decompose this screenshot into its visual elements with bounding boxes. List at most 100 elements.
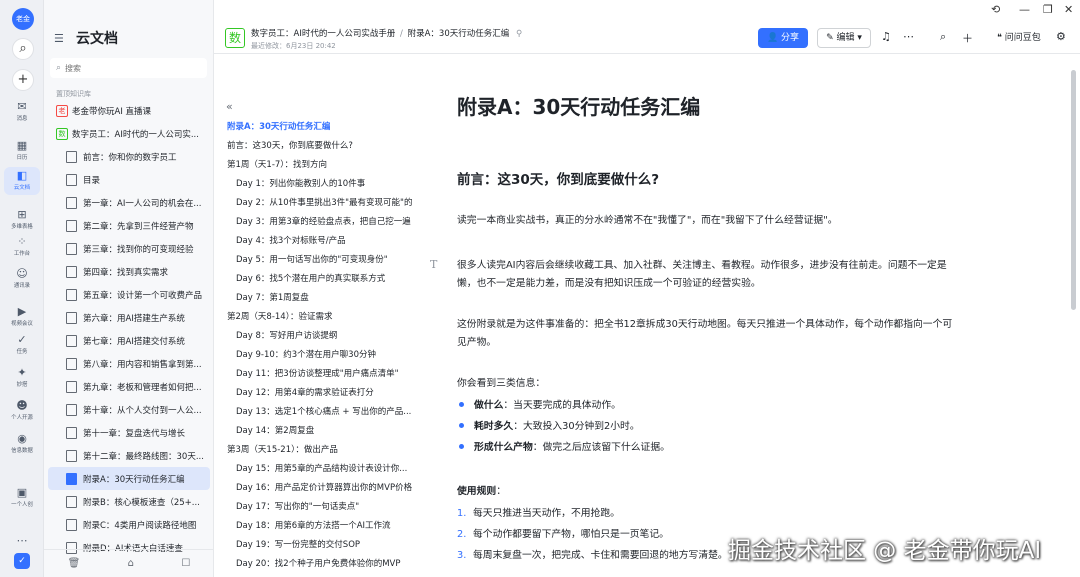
outline-item[interactable]: Day 20：找2个种子用户免费体验你的MVP xyxy=(227,555,417,574)
outline-item[interactable]: Day 17：写出你的"一句话卖点" xyxy=(227,498,417,517)
outline-item[interactable]: Day 12：用第4章的需求验证表打分 xyxy=(227,384,417,403)
avatar[interactable]: 老金 xyxy=(12,8,34,30)
tree-item[interactable]: 附录B：核心模板速查（25+... xyxy=(48,490,210,513)
outline-item[interactable]: Day 4：找3个对标账号/产品 xyxy=(227,232,417,251)
tree-item[interactable]: 第二章：先拿到三件经营产物 xyxy=(48,214,210,237)
outline-item[interactable]: Day 18：用第6章的方法搭一个AI工作流 xyxy=(227,517,417,536)
outline-item[interactable]: Day 3：用第3章的经验盘点表，把自己挖一遍 xyxy=(227,213,417,232)
numbered-item: 3. 每周末复盘一次，把完成、卡住和需要回退的地方写清楚。 xyxy=(457,547,728,565)
tree-item[interactable]: 第十一章：复盘迭代与增长 xyxy=(48,421,210,444)
rail-item[interactable]: ◧ 云文档 xyxy=(4,167,40,195)
tree-item[interactable]: 第九章：老板和管理者如何把... xyxy=(48,375,210,398)
app-logo-icon[interactable]: ✓ xyxy=(14,553,30,569)
tree-item[interactable]: 数数字员工：AI时代的一人公司实... xyxy=(48,122,210,145)
tree-item[interactable]: 前言：你和你的数字员工 xyxy=(48,145,210,168)
text-format-icon[interactable]: T xyxy=(430,258,437,271)
rail-item[interactable]: ⊞ 多维表格 xyxy=(0,209,44,231)
tree-item[interactable]: 第十二章：最终路线图：30天... xyxy=(48,444,210,467)
outline-item[interactable]: Day 9-10：约3个潜在用户聊30分钟 xyxy=(227,346,417,365)
rail-item[interactable]: ☺ 通讯录 xyxy=(0,268,44,290)
breadcrumb-parent[interactable]: 数字员工：AI时代的一人公司实战手册 xyxy=(251,29,395,39)
doc-icon xyxy=(66,150,77,163)
rail-item[interactable]: ☻ 个人开源 xyxy=(0,400,44,422)
more-options-icon[interactable]: ⋯ xyxy=(903,30,914,43)
add-icon[interactable]: ＋ xyxy=(962,30,973,46)
plus-icon[interactable]: + xyxy=(12,69,34,91)
outline-item[interactable]: Day 16：用产品定价计算器算出你的MVP价格 xyxy=(227,479,417,498)
search-input[interactable] xyxy=(65,63,186,73)
outline-item[interactable]: Day 5：用一句话写出你的"可变现身份" xyxy=(227,251,417,270)
ask-doubao-button[interactable]: ❝ 问问豆包 xyxy=(997,30,1041,43)
trash-icon[interactable]: 🗑 xyxy=(68,558,81,569)
rail-item-icon: ▶ xyxy=(17,305,27,318)
settings-icon[interactable]: ⚙ xyxy=(1056,30,1066,43)
outline-item[interactable]: Day 1：列出你能教别人的10件事 xyxy=(227,175,417,194)
tree-item[interactable]: 第七章：用AI搭建交付系统 xyxy=(48,329,210,352)
doc-icon xyxy=(66,403,77,416)
tree-item-label: 第三章：找到你的可变现经验 xyxy=(83,244,194,255)
outline-item[interactable]: Day 15：用第5章的产品结构设计表设计你... xyxy=(227,460,417,479)
more-icon[interactable]: ⋯ xyxy=(0,535,44,547)
outline-item[interactable]: 前言：这30天，你到底要做什么? xyxy=(227,137,417,156)
home-icon[interactable]: ⌂ xyxy=(128,558,134,569)
outline-item[interactable]: 附录A：30天行动任务汇编 xyxy=(227,118,417,137)
rail-item-icon: ✓ xyxy=(17,333,27,346)
tree-item[interactable]: 老老金带你玩AI 直播课 xyxy=(48,99,210,122)
bell-icon[interactable]: ♫ xyxy=(881,30,891,43)
rail-item[interactable]: ⁘ 工作台 xyxy=(0,236,44,258)
search-icon[interactable]: ⌕ xyxy=(940,30,946,44)
edit-button[interactable]: ✎ 编辑 ▾ xyxy=(817,28,871,48)
outline-item[interactable]: 第1周（天1-7）：找到方向 xyxy=(227,156,417,175)
history-icon[interactable]: ⟲ xyxy=(991,3,1000,16)
rail-item[interactable]: ✓ 任务 xyxy=(0,334,44,356)
bullet-label: 做什么 xyxy=(474,400,504,411)
rail-item[interactable]: ▶ 视频会议 xyxy=(0,306,44,328)
tree-item[interactable]: 附录A：30天行动任务汇编 xyxy=(48,467,210,490)
outline-item[interactable]: Day 14：第2周复盘 xyxy=(227,422,417,441)
outline-item[interactable]: 第2周（天8-14）：验证需求 xyxy=(227,308,417,327)
collapse-outline-icon[interactable]: « xyxy=(226,100,233,113)
tree-item[interactable]: 目录 xyxy=(48,168,210,191)
bullet-dot-icon xyxy=(459,423,464,428)
outline-item[interactable]: Day 8：写好用户访谈提纲 xyxy=(227,327,417,346)
tree-item[interactable]: 第五章：设计第一个可收费产品 xyxy=(48,283,210,306)
search-icon[interactable]: ⌕ xyxy=(12,38,34,60)
rail-item-label: 一个人创 xyxy=(11,501,33,508)
search-box[interactable]: ⌕ xyxy=(50,58,207,78)
outline-item[interactable]: 第3周（天15-21）：做出产品 xyxy=(227,441,417,460)
rail-item-icon: ✦ xyxy=(17,366,27,379)
tree-item[interactable]: 附录C：4类用户阅读路径地图 xyxy=(48,513,210,536)
outline-item[interactable]: Day 11：把3份访谈整理成"用户痛点清单" xyxy=(227,365,417,384)
rail-item[interactable]: ▣ 一个人创 xyxy=(0,487,44,509)
menu-icon[interactable]: ☰ xyxy=(54,32,68,45)
tree-item-label: 目录 xyxy=(83,175,101,186)
rail-item[interactable]: ▦ 日历 xyxy=(0,140,44,162)
tree-item[interactable]: 第四章：找到真实需求 xyxy=(48,260,210,283)
rail-item[interactable]: ✦ 妙搭 xyxy=(0,367,44,389)
panel-icon[interactable]: ☐ xyxy=(181,558,190,569)
close-window-icon[interactable]: ✕ xyxy=(1064,3,1073,16)
rail-item[interactable]: ◉ 信息数据 xyxy=(0,433,44,455)
rail-item[interactable]: ✉ 消息 xyxy=(0,101,44,123)
tree-item[interactable]: 第十章：从个人交付到一人公... xyxy=(48,398,210,421)
pin-icon[interactable]: ⚲ xyxy=(516,29,522,39)
scrollbar[interactable] xyxy=(1071,70,1076,310)
item-number: 2. xyxy=(457,529,467,540)
outline-item[interactable]: Day 7：第1周复盘 xyxy=(227,289,417,308)
outline-item[interactable]: Day 2：从10件事里挑出3件"最有变现可能"的 xyxy=(227,194,417,213)
tree-item-label: 前言：你和你的数字员工 xyxy=(83,152,177,163)
tree-item[interactable]: 第八章：用内容和销售拿到第... xyxy=(48,352,210,375)
outline-item[interactable]: Day 6：找5个潜在用户的真实联系方式 xyxy=(227,270,417,289)
tree-item-label: 第十一章：复盘迭代与增长 xyxy=(83,428,186,439)
tree-item[interactable]: 第六章：用AI搭建生产系统 xyxy=(48,306,210,329)
doc-icon xyxy=(66,357,77,370)
restore-icon[interactable]: ❐ xyxy=(1043,3,1053,16)
tree-item[interactable]: 第三章：找到你的可变现经验 xyxy=(48,237,210,260)
tree-item[interactable]: 第一章：AI一人公司的机会在... xyxy=(48,191,210,214)
share-button[interactable]: 👤 分享 xyxy=(758,28,808,48)
tree-item-label: 第十二章：最终路线图：30天... xyxy=(83,451,204,462)
minimize-icon[interactable]: — xyxy=(1019,3,1030,16)
doc-badge: 数 xyxy=(225,28,245,48)
outline-item[interactable]: Day 19：写一份完整的交付SOP xyxy=(227,536,417,555)
outline-item[interactable]: Day 13：选定1个核心痛点 + 写出你的产品... xyxy=(227,403,417,422)
